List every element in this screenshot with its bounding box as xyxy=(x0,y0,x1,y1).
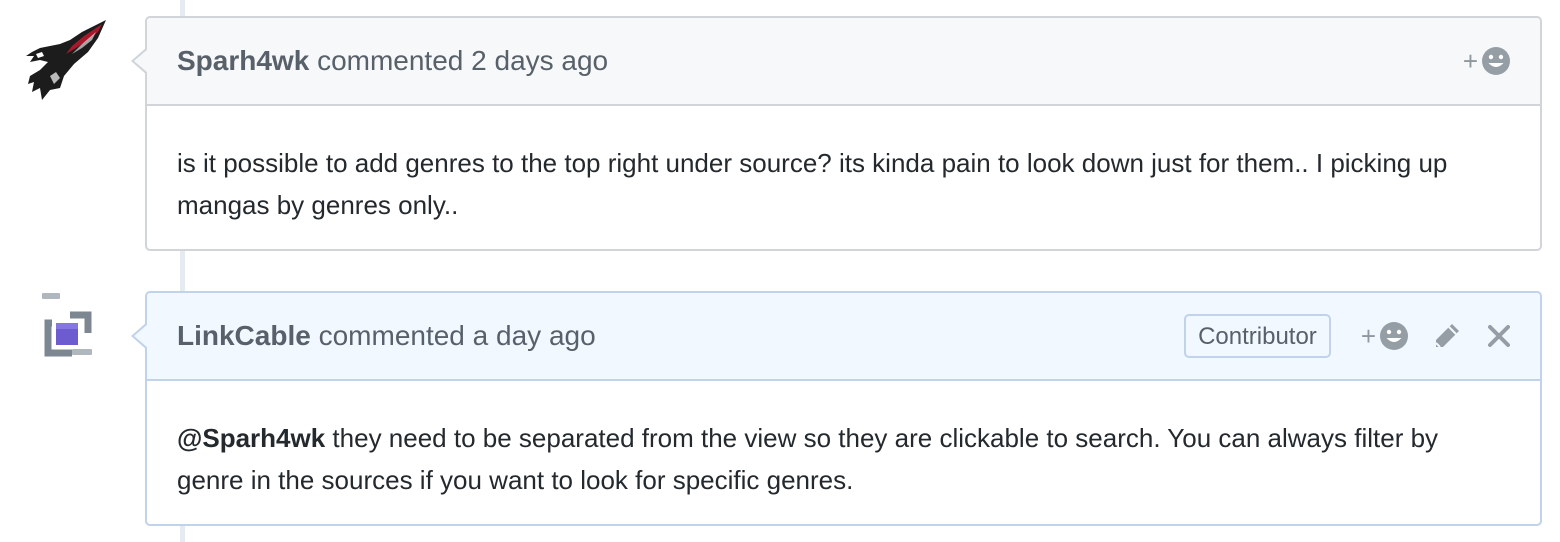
comment-author[interactable]: LinkCable xyxy=(177,320,311,351)
comment-pointer-inner xyxy=(134,49,148,73)
delete-comment-button[interactable] xyxy=(1486,323,1512,349)
smiley-icon xyxy=(1482,47,1510,75)
eagle-avatar-graphic xyxy=(26,20,106,100)
comment-body: @Sparh4wk they need to be separated from… xyxy=(147,381,1540,501)
add-reaction-button[interactable]: + xyxy=(1361,320,1410,352)
timeline-line-top xyxy=(180,0,185,16)
comment-header: Sparh4wk commented 2 days ago + xyxy=(147,18,1540,106)
comment-header: LinkCable commented a day ago Contributo… xyxy=(147,293,1540,381)
pencil-icon xyxy=(1435,324,1459,348)
smiley-icon xyxy=(1380,322,1408,350)
comment-body-text: they need to be separated from the view … xyxy=(177,423,1439,495)
user-mention-link[interactable]: @Sparh4wk xyxy=(177,423,325,453)
comment-timestamp[interactable]: 2 days ago xyxy=(471,45,608,76)
comment-action: commented xyxy=(318,320,465,351)
comment-body: is it possible to add genres to the top … xyxy=(147,106,1540,226)
comment-timestamp[interactable]: a day ago xyxy=(473,320,596,351)
timeline-line-middle xyxy=(180,251,185,291)
timeline-line-bottom xyxy=(180,526,185,542)
comment-actions: + xyxy=(1463,18,1512,104)
link-cable-avatar-graphic xyxy=(42,293,92,357)
eagle-avatar-icon[interactable] xyxy=(26,18,106,100)
plus-icon: + xyxy=(1462,46,1478,76)
plus-icon: + xyxy=(1360,321,1376,351)
comment-meta: Sparh4wk commented 2 days ago xyxy=(177,18,608,104)
edit-comment-button[interactable] xyxy=(1432,321,1462,351)
comment-meta: LinkCable commented a day ago xyxy=(177,293,596,379)
comment-actions: Contributor + xyxy=(1184,293,1512,379)
link-cable-avatar-icon[interactable] xyxy=(26,293,106,373)
comment-action: commented xyxy=(317,45,464,76)
comment-card: LinkCable commented a day ago Contributo… xyxy=(131,291,1542,526)
close-icon xyxy=(1488,325,1510,347)
contributor-badge: Contributor xyxy=(1184,314,1331,358)
add-reaction-button[interactable]: + xyxy=(1463,45,1512,77)
comment-pointer-inner xyxy=(134,324,148,348)
comment-card: Sparh4wk commented 2 days ago + is it po… xyxy=(131,16,1542,251)
comment-author[interactable]: Sparh4wk xyxy=(177,45,309,76)
comment-body-text: is it possible to add genres to the top … xyxy=(177,148,1448,220)
